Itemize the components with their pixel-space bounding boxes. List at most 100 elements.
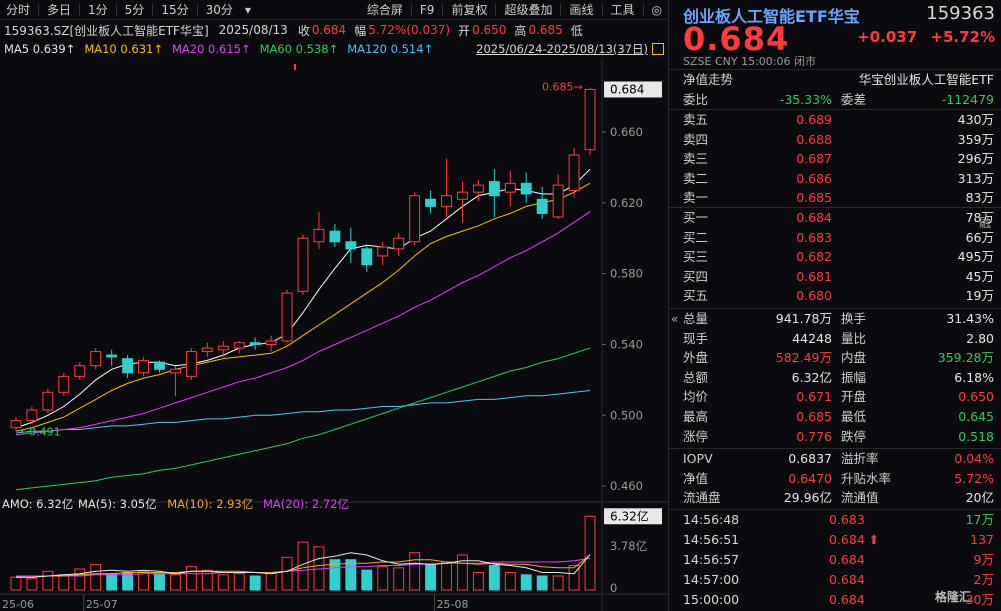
stat-value: 359.28万: [937, 350, 994, 366]
candle-body: [361, 248, 373, 266]
bid-level-row[interactable]: 买四 0.681 45万: [669, 267, 1001, 287]
volume-bar: [154, 573, 165, 591]
toolbar-divider: [560, 3, 562, 16]
price-tick-label: 0.620: [610, 196, 643, 210]
ma20-legend: MA20 0.615↑: [171, 42, 251, 56]
kline-chart[interactable]: 0.684 0.660 0.620 0.580 0.540 0.500 0.460 25-06…: [0, 60, 668, 611]
period-tab-30min[interactable]: 30分: [200, 1, 239, 18]
bid-level-label: 买一: [683, 210, 709, 225]
high-label: 高: [514, 23, 527, 38]
bid-level-volume: 19万: [965, 288, 994, 304]
bid-level-label: 买二: [683, 229, 709, 245]
ask-level-row[interactable]: 卖二 0.686 313万: [669, 169, 1001, 189]
f9-button[interactable]: F9: [414, 3, 441, 17]
bid-level-row[interactable]: 买二 0.683 66万: [669, 228, 1001, 248]
collapse-left-icon[interactable]: «: [671, 312, 678, 326]
candle-body: [58, 375, 70, 393]
candle-body: [233, 342, 245, 349]
tick-time: 15:00:00: [683, 592, 740, 607]
bid-level-label: 买五: [683, 288, 709, 304]
period-tab-intraday[interactable]: 分时: [0, 1, 36, 18]
bid-level-label: 买四: [683, 268, 709, 284]
ask-level-row[interactable]: 卖四 0.688 359万: [669, 130, 1001, 150]
tick-row: 14:56:57 0.684 9万: [669, 550, 1001, 570]
ask-level-price: 0.686: [796, 170, 832, 186]
volume-bar: [233, 573, 245, 591]
stat-row: 总量 941.78万 换手 31.43%: [669, 309, 1001, 329]
toolbar-divider: [495, 3, 497, 16]
period-tab-5min[interactable]: 5分: [119, 1, 151, 18]
toolbar-divider: [38, 3, 40, 16]
weibi-value: -35.33%: [779, 91, 832, 107]
stat-row: 现手 44248 量比 2.80: [669, 329, 1001, 349]
ask-level-row[interactable]: 卖一 0.685 83万: [669, 188, 1001, 208]
candle-body: [281, 292, 293, 342]
tick-volume: 17万: [965, 512, 994, 527]
ask-level-label: 卖五: [683, 112, 709, 127]
draw-line-button[interactable]: 画线: [563, 1, 599, 18]
adjust-button[interactable]: 前复权: [445, 1, 493, 18]
composite-screen-button[interactable]: 综合屏: [361, 1, 409, 18]
overlay-button[interactable]: 超级叠加: [498, 1, 558, 18]
bid-level-row[interactable]: 买三 0.682 495万: [669, 247, 1001, 267]
volume-bar: [74, 568, 86, 591]
tick-time: 14:56:51: [683, 532, 740, 547]
low-label: 低: [570, 23, 583, 38]
weicha-label: 委差: [841, 91, 867, 107]
candle-body: [536, 198, 548, 214]
ma60-line: [15, 347, 591, 491]
tick-price: 0.684 ⬆: [829, 532, 880, 547]
stat-value: 0.645: [958, 408, 994, 424]
period-dropdown-icon[interactable]: ▾: [239, 3, 257, 17]
settings-icon[interactable]: ◎: [646, 3, 668, 17]
candle-body: [377, 246, 389, 257]
tools-button[interactable]: 工具: [605, 1, 641, 18]
bid-level-row[interactable]: 买五 0.680 19万: [669, 286, 1001, 306]
range-value: 5.72%(0.037): [368, 23, 451, 37]
app-root: 分时 多日 1分 5分 15分 30分 ▾ 综合屏 F9 前复权 超级叠加 画线…: [0, 0, 1001, 611]
volume-bar: [361, 569, 373, 591]
ma5-line: [15, 168, 591, 429]
period-tab-1min[interactable]: 1分: [82, 1, 114, 18]
candle-body: [552, 184, 564, 218]
fund-code: 159363: [926, 3, 995, 24]
volume-bar: [345, 559, 357, 591]
lock-icon[interactable]: [652, 43, 664, 55]
bid-level-volume: 495万: [957, 249, 994, 265]
weibi-row: 委比 -35.33% 委差 -112479: [669, 90, 1001, 110]
volume-bar: [217, 574, 229, 591]
volume-bar: [584, 515, 596, 591]
ma10-legend: MA10 0.631↑: [84, 42, 163, 56]
stat-label: 跌停: [841, 428, 867, 444]
ask-level-volume: 313万: [957, 170, 994, 186]
period-tab-15min[interactable]: 15分: [155, 1, 194, 18]
stat-value: 31.43%: [946, 311, 994, 326]
quote-panel: 创业板人工智能ETF华宝 159363 0.684 +0.037 +5.72% …: [668, 0, 1001, 611]
toolbar-divider: [601, 3, 603, 16]
toolbar-divider: [115, 3, 117, 16]
ask-level-label: 卖二: [683, 170, 709, 186]
ask-level-row[interactable]: 卖五 0.689 430万: [669, 110, 1001, 130]
ask-level-price: 0.689: [796, 112, 832, 127]
toolbar-divider: [442, 3, 444, 16]
volume-bar: [425, 563, 437, 591]
candle-body: [488, 181, 500, 197]
candle-body: [26, 409, 38, 422]
stat-label: 涨停: [683, 428, 709, 444]
volume-bar: [393, 567, 405, 591]
ask-level-volume: 296万: [957, 151, 994, 167]
period-tab-multiday[interactable]: 多日: [41, 1, 77, 18]
toolbar-divider: [642, 3, 644, 16]
bid-level-row[interactable]: 买一 0.684 78万: [669, 208, 1001, 228]
candle-body: [393, 237, 405, 250]
ask-level-row[interactable]: 卖三 0.687 296万: [669, 149, 1001, 169]
nav-row[interactable]: 净值走势 华宝创业板人工智能ETF: [669, 70, 1001, 90]
stat-row: 最高 0.685 最低 0.645: [669, 407, 1001, 427]
tick-volume: 9万: [973, 552, 994, 567]
current-price-label: 0.684: [610, 82, 644, 96]
volume-bar: [42, 570, 54, 591]
volume-bar: [504, 572, 516, 591]
date-range[interactable]: 2025/06/24-2025/08/13(37日): [476, 41, 648, 57]
tick-time: 14:57:00: [683, 572, 740, 587]
volume-legend-item: AMO: 6.32亿: [2, 497, 73, 511]
